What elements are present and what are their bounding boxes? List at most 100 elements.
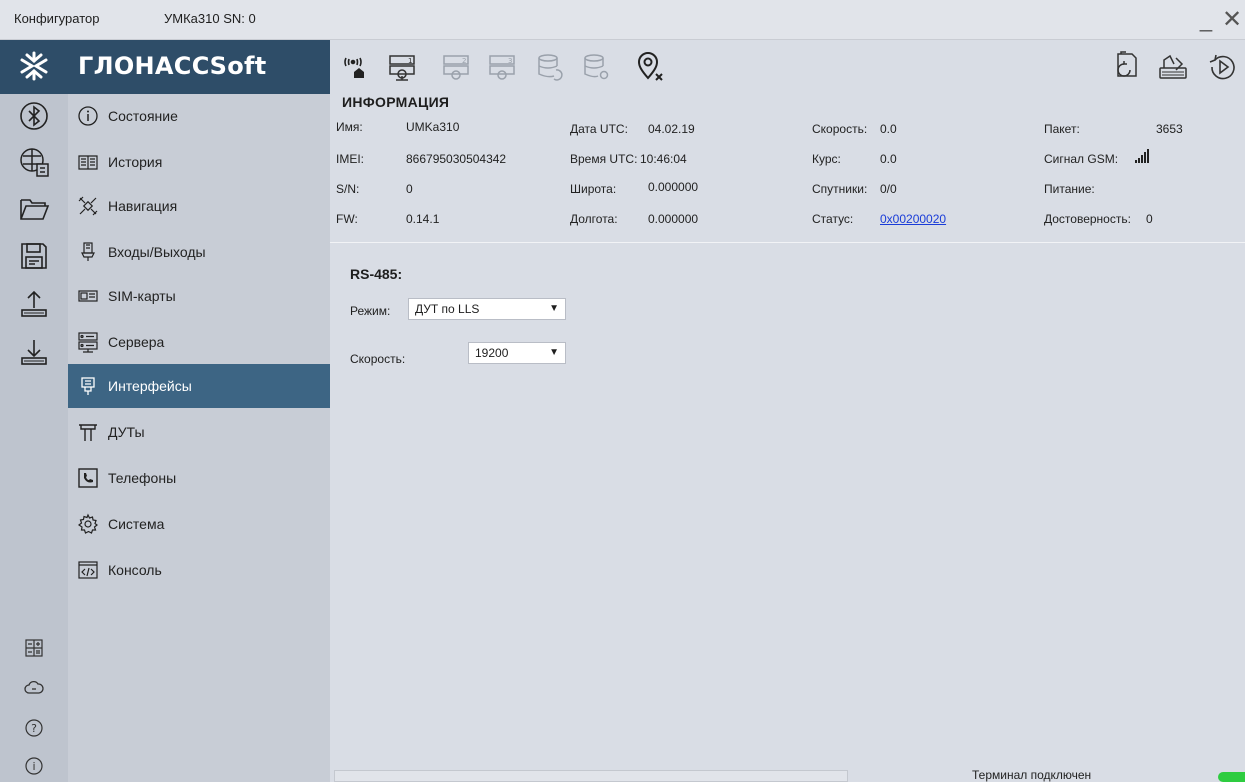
info-label: Достоверность: [1044, 212, 1131, 226]
svg-text:i: i [32, 760, 35, 773]
info-title: ИНФОРМАЦИЯ [342, 94, 450, 110]
usb-modem-icon[interactable] [18, 146, 50, 178]
sidebar-item-history[interactable]: История [68, 140, 330, 184]
sidebar-item-label: ДУТы [108, 424, 145, 440]
info-label: Время UTC: [570, 152, 638, 166]
download-icon[interactable] [18, 336, 50, 368]
info-label: Имя: [336, 120, 363, 134]
info-label: Широта: [570, 182, 617, 196]
info-label: Сигнал GSM: [1044, 152, 1119, 166]
info-label: Долгота: [570, 212, 618, 226]
cloud-link-icon[interactable] [24, 678, 44, 698]
sidebar-item-label: Консоль [108, 562, 162, 578]
info-value-packet: 3653 [1156, 122, 1183, 136]
server-location-3-icon[interactable]: 3 [486, 50, 520, 84]
divider [330, 242, 1245, 243]
glonass-logo-icon [20, 51, 48, 81]
sidebar-item-sim[interactable]: SIM-карты [68, 274, 330, 318]
server-icon [76, 330, 100, 354]
fuel-sensor-icon [76, 420, 100, 444]
sidebar-item-label: Сервера [108, 334, 165, 350]
device-write-icon[interactable] [1156, 50, 1190, 84]
sidebar-item-navigation[interactable]: Навигация [68, 184, 330, 228]
sidebar-item-phones[interactable]: Телефоны [68, 456, 330, 500]
sidebar-item-label: Состояние [108, 108, 178, 124]
sidebar-item-console[interactable]: Консоль [68, 548, 330, 592]
info-label: IMEI: [336, 152, 365, 166]
info-label: Статус: [812, 212, 854, 226]
info-label: FW: [336, 212, 358, 226]
save-icon[interactable] [18, 240, 50, 272]
mode-select[interactable]: ДУТ по LLS ▼ [408, 298, 566, 320]
database-settings-icon[interactable] [580, 50, 614, 84]
close-button[interactable]: ✕ [1220, 6, 1244, 34]
dropdown-caret-icon: ▼ [549, 347, 559, 358]
sidebar-item-interfaces[interactable]: Интерфейсы [68, 364, 330, 408]
svg-text:?: ? [31, 722, 37, 735]
info-value-reliability: 0 [1146, 212, 1153, 226]
play-history-icon[interactable] [1206, 50, 1240, 84]
server-location-1-icon[interactable]: 1 [386, 50, 420, 84]
horizontal-scrollbar[interactable] [334, 770, 848, 782]
info-value-imei: 866795030504342 [406, 152, 507, 166]
connector-icon [76, 240, 100, 264]
window-titlebar: Конфигуратор УМКа310 SN: 0 _ ✕ [0, 0, 1245, 40]
gsm-signal-icon [1134, 146, 1152, 167]
mode-select-value: ДУТ по LLS [415, 302, 480, 316]
satellite-icon [76, 194, 100, 218]
svg-text:3: 3 [508, 57, 512, 65]
info-label: Курс: [812, 152, 841, 166]
info-value-date: 04.02.19 [648, 122, 695, 136]
sidebar-item-fuel-sensors[interactable]: ДУТы [68, 410, 330, 454]
info-value-fw: 0.14.1 [406, 212, 440, 226]
sidebar-item-servers[interactable]: Сервера [68, 320, 330, 364]
location-off-icon[interactable] [634, 50, 668, 84]
status-bar: Терминал подключен [330, 766, 1245, 782]
file-refresh-icon[interactable] [1110, 50, 1144, 84]
calculator-icon[interactable] [24, 638, 44, 658]
sidebar-item-system[interactable]: Система [68, 502, 330, 546]
logo-header: ГЛОНАССSoft [0, 40, 330, 94]
main-panel: ИНФОРМАЦИЯ Имя: UMKa310 IMEI: 8667950305… [330, 94, 1245, 782]
info-icon[interactable]: i [24, 756, 44, 776]
info-value-speed: 0.0 [880, 122, 897, 136]
sidebar-nav: Состояние История Навигация Входы/Выходы… [68, 94, 330, 782]
gear-icon [76, 512, 100, 536]
sidebar-item-io[interactable]: Входы/Выходы [68, 230, 330, 274]
sidebar-item-label: История [108, 154, 163, 170]
database-refresh-icon[interactable] [534, 50, 568, 84]
dropdown-caret-icon: ▼ [549, 303, 559, 314]
connection-status-text: Терминал подключен [972, 768, 1092, 782]
bluetooth-icon[interactable] [18, 100, 50, 132]
sidebar-item-label: Интерфейсы [108, 378, 192, 394]
info-value-sn: 0 [406, 182, 413, 196]
info-label: Скорость: [812, 122, 868, 136]
sidebar-item-status[interactable]: Состояние [68, 94, 330, 138]
server-location-2-icon[interactable]: 2 [440, 50, 474, 84]
minimize-button[interactable]: _ [1194, 6, 1218, 34]
console-icon [76, 558, 100, 582]
speed-label: Скорость: [350, 352, 406, 366]
device-title: УМКа310 SN: 0 [164, 11, 256, 26]
sidebar-item-label: Навигация [108, 198, 178, 214]
svg-text:2: 2 [462, 57, 466, 65]
phone-icon [76, 466, 100, 490]
info-value-lat: 0.000000 [648, 180, 699, 194]
sidebar-item-label: Входы/Выходы [108, 244, 206, 260]
antenna-home-icon[interactable] [340, 50, 374, 84]
book-icon [76, 150, 100, 174]
toolbar: 1 2 3 [330, 40, 1245, 94]
connection-status-led [1218, 772, 1245, 782]
upload-icon[interactable] [18, 288, 50, 320]
speed-select[interactable]: 19200 ▼ [468, 342, 566, 364]
info-label: Питание: [1044, 182, 1095, 196]
status-code-link[interactable]: 0x00200020 [880, 212, 946, 226]
sim-card-icon [76, 284, 100, 308]
info-label: S/N: [336, 182, 360, 196]
folder-open-icon[interactable] [18, 192, 50, 224]
info-label: Дата UTC: [570, 122, 628, 136]
info-label: Пакет: [1044, 122, 1080, 136]
sidebar-item-label: Система [108, 516, 165, 532]
help-icon[interactable]: ? [24, 718, 44, 738]
info-value-name: UMKa310 [406, 120, 460, 134]
